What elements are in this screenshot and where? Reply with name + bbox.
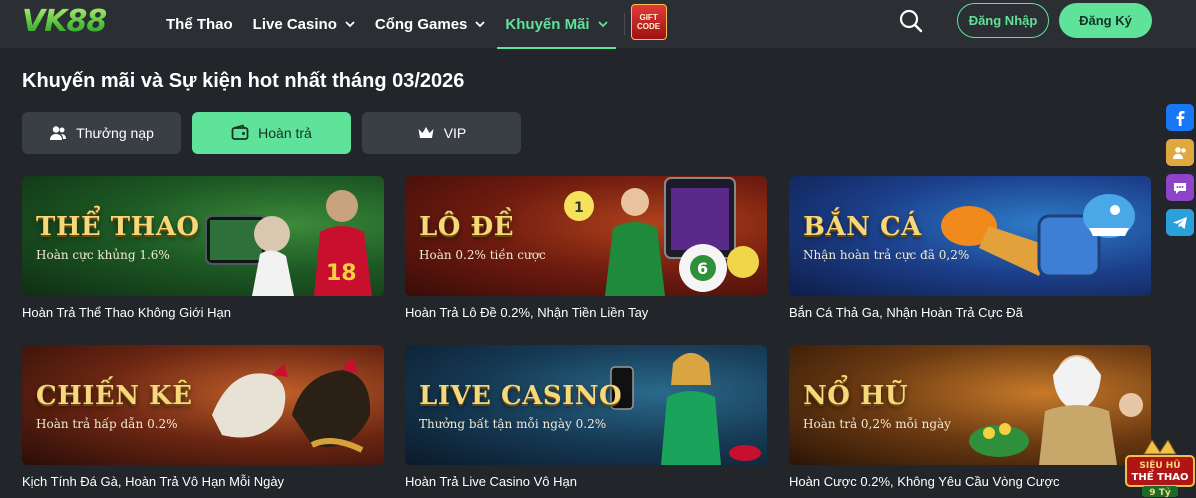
tab-label: VIP	[443, 125, 467, 141]
promo-banner[interactable]: BẮN CÁ Nhận hoàn trả cực đã 0,2%	[789, 176, 1151, 296]
banner-subtitle: Hoàn trả hấp dẫn 0.2%	[36, 417, 178, 431]
chevron-down-icon	[597, 21, 608, 28]
promo-card-lo-de[interactable]: 1 6 LÔ ĐỀ Hoàn 0.2% tiền cược Hoàn Trả L…	[405, 176, 767, 320]
social-sidebar	[1166, 104, 1194, 236]
top-header: VK88 Thể Thao Live Casino Cổng Games Khu…	[0, 0, 1196, 49]
fighting-roosters-illustration	[212, 357, 371, 453]
tab-label: Thưởng nạp	[76, 125, 154, 141]
chevron-down-icon	[475, 21, 486, 28]
promo-banner[interactable]: CHIẾN KÊ Hoàn trả hấp dẫn 0.2%	[22, 345, 384, 465]
facebook-icon	[1176, 110, 1185, 126]
tab-label: Hoàn trả	[258, 125, 312, 141]
nav-item-khuyen-mai[interactable]: Khuyến Mãi	[495, 0, 617, 49]
nav-item-cong-games[interactable]: Cổng Games	[365, 0, 496, 48]
nav-item-live-casino[interactable]: Live Casino	[243, 0, 365, 48]
card-caption[interactable]: Hoàn Cược 0.2%, Không Yêu Cầu Vòng Cược	[789, 474, 1151, 489]
telegram-button[interactable]	[1166, 209, 1194, 236]
card-caption[interactable]: Hoàn Trả Live Casino Vô Hạn	[405, 474, 767, 489]
tab-vip[interactable]: VIP	[362, 112, 521, 154]
promo-card-no-hu[interactable]: NỔ HŨ Hoàn trả 0,2% mỗi ngày Hoàn Cược 0…	[789, 345, 1151, 489]
football-players-illustration: 18	[205, 190, 372, 296]
promo-tabs: Thưởng nạp Hoàn trả VIP	[22, 112, 521, 154]
svg-text:18: 18	[326, 261, 357, 286]
gift-code-line1: GIFT	[639, 13, 658, 22]
group-button[interactable]	[1166, 139, 1194, 166]
page-title: Khuyến mãi và Sự kiện hot nhất tháng 03/…	[22, 70, 465, 92]
chevron-down-icon	[345, 21, 355, 28]
nav-item-the-thao[interactable]: Thể Thao	[156, 0, 243, 48]
nav-label: Cổng Games	[374, 15, 468, 33]
nav-label: Thể Thao	[166, 15, 233, 33]
lottery-balls-illustration: 1 6	[564, 177, 759, 296]
promo-banner[interactable]: 1 6 LÔ ĐỀ Hoàn 0.2% tiền cược	[405, 176, 767, 296]
banner-title: CHIẾN KÊ	[36, 381, 193, 411]
sieu-hu-badge[interactable]: SIÊU HŨ THỂ THAO 9 Tỷ	[1124, 432, 1196, 498]
main-nav: Thể Thao Live Casino Cổng Games Khuyến M…	[156, 0, 667, 49]
zeus-jackpot-illustration	[969, 355, 1143, 465]
banner-title: BẮN CÁ	[803, 212, 922, 242]
banner-subtitle: Nhận hoàn trả cực đã 0,2%	[803, 248, 970, 262]
vk88-logo[interactable]: VK88	[22, 3, 132, 39]
banner-subtitle: Hoàn trả 0,2% mỗi ngày	[803, 417, 951, 431]
banner-title: LÔ ĐỀ	[419, 212, 515, 242]
banner-title: NỔ HŨ	[803, 381, 909, 411]
facebook-button[interactable]	[1166, 104, 1194, 131]
promo-banner[interactable]: NỔ HŨ Hoàn trả 0,2% mỗi ngày	[789, 345, 1151, 465]
promo-card-ban-ca[interactable]: BẮN CÁ Nhận hoàn trả cực đã 0,2% Bắn Cá …	[789, 176, 1151, 320]
promo-card-the-thao[interactable]: 18 THỂ THAO Hoàn cực khủng 1.6% Hoàn Trả…	[22, 176, 384, 320]
promo-card-live-casino[interactable]: LIVE CASINO Thưởng bất tận mỗi ngày 0.2%…	[405, 345, 767, 489]
promo-banner[interactable]: LIVE CASINO Thưởng bất tận mỗi ngày 0.2%	[405, 345, 767, 465]
search-icon[interactable]	[898, 8, 924, 34]
fish-cannon-illustration	[941, 194, 1135, 278]
login-button[interactable]: Đăng Nhập	[957, 3, 1049, 38]
badge-line1: SIÊU HŨ	[1139, 459, 1180, 471]
crown-icon	[418, 127, 434, 138]
promo-banner[interactable]: 18 THỂ THAO Hoàn cực khủng 1.6%	[22, 176, 384, 296]
card-caption[interactable]: Hoàn Trả Thể Thao Không Giới Hạn	[22, 305, 384, 320]
card-caption[interactable]: Hoàn Trả Lô Đề 0.2%, Nhận Tiền Liền Tay	[405, 305, 767, 320]
telegram-icon	[1173, 216, 1187, 229]
banner-subtitle: Thưởng bất tận mỗi ngày 0.2%	[419, 417, 607, 431]
nav-divider	[623, 13, 625, 35]
wallet-icon	[231, 124, 249, 140]
nav-label: Khuyến Mãi	[505, 15, 590, 33]
card-caption[interactable]: Bắn Cá Thả Ga, Nhận Hoàn Trả Cực Đã	[789, 305, 1151, 320]
gift-code-button[interactable]: GIFT CODE	[630, 4, 667, 40]
register-button[interactable]: Đăng Ký	[1059, 3, 1152, 38]
svg-text:1: 1	[574, 200, 584, 216]
chat-icon	[1174, 182, 1186, 194]
svg-text:6: 6	[697, 259, 708, 278]
gift-code-line2: CODE	[637, 22, 661, 31]
tab-thuong-nap[interactable]: Thưởng nạp	[22, 112, 181, 154]
users-icon	[50, 126, 67, 140]
banner-title: THỂ THAO	[36, 212, 200, 242]
logo-text: VK88	[22, 3, 107, 39]
badge-line3: 9 Tỷ	[1149, 487, 1171, 498]
banner-title: LIVE CASINO	[419, 381, 623, 411]
banner-subtitle: Hoàn cực khủng 1.6%	[36, 248, 170, 262]
tab-hoan-tra[interactable]: Hoàn trả	[192, 112, 351, 154]
group-icon	[1173, 146, 1186, 159]
promo-card-chien-ke[interactable]: CHIẾN KÊ Hoàn trả hấp dẫn 0.2% Kịch Tính…	[22, 345, 384, 489]
nav-label: Live Casino	[252, 15, 337, 33]
banner-subtitle: Hoàn 0.2% tiền cược	[419, 248, 546, 262]
chat-button[interactable]	[1166, 174, 1194, 201]
card-caption[interactable]: Kịch Tính Đá Gà, Hoàn Trả Vô Hạn Mỗi Ngà…	[22, 474, 384, 489]
